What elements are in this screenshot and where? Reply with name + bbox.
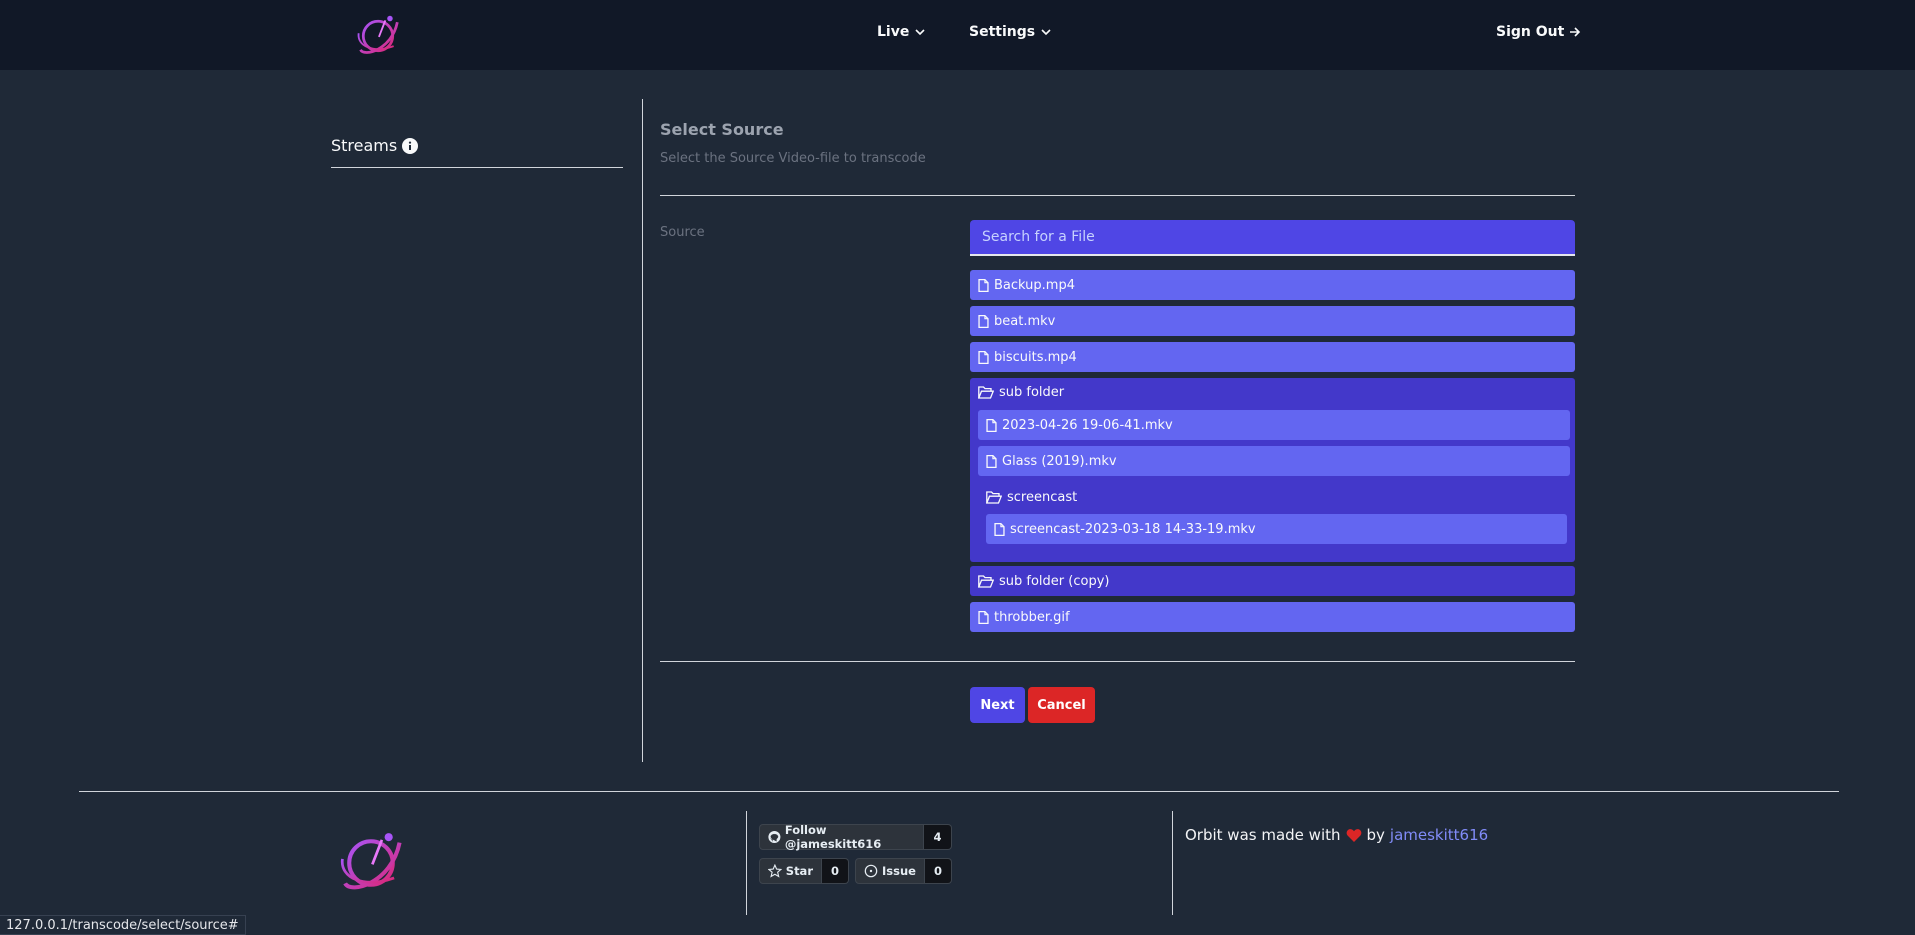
orbit-logo-icon[interactable] (355, 13, 401, 59)
file-name: 2023-04-26 19-06-41.mkv (1002, 417, 1173, 433)
divider (660, 195, 1575, 196)
file-name: biscuits.mp4 (994, 349, 1077, 365)
file-item[interactable]: 2023-04-26 19-06-41.mkv (978, 410, 1570, 440)
file-name: screencast-2023-03-18 14-33-19.mkv (1010, 521, 1256, 537)
chevron-down-icon (1041, 29, 1051, 36)
nav-settings[interactable]: Settings (969, 24, 1052, 40)
file-icon (986, 454, 997, 468)
file-item[interactable]: biscuits.mp4 (970, 342, 1575, 372)
credit-text: Orbit was made with (1185, 826, 1341, 844)
sidebar-streams[interactable]: Streams (331, 136, 623, 168)
folder-name: sub folder (copy) (999, 573, 1110, 589)
github-issue-label: Issue (882, 864, 916, 878)
folder-toggle[interactable]: sub folder (978, 385, 1064, 400)
sidebar-streams-label: Streams (331, 136, 398, 155)
footer-divider (79, 791, 1839, 792)
file-item[interactable]: throbber.gif (970, 602, 1575, 632)
folder-item[interactable]: sub folder (copy) (970, 566, 1575, 596)
file-icon (978, 314, 989, 328)
github-issue-count[interactable]: 0 (925, 858, 952, 884)
author-link[interactable]: jameskitt616 (1390, 826, 1488, 844)
nav-live[interactable]: Live (877, 24, 926, 40)
file-icon (978, 350, 989, 364)
file-name: throbber.gif (994, 609, 1070, 625)
github-star-button[interactable]: Star (759, 858, 822, 884)
status-bar-url: 127.0.0.1/transcode/select/source# (0, 915, 246, 935)
orbit-logo-icon (341, 833, 402, 890)
folder-open-icon (978, 574, 994, 588)
divider (660, 661, 1575, 662)
file-icon (994, 522, 1005, 536)
sign-out-label: Sign Out (1496, 24, 1565, 40)
credit-by: by (1366, 826, 1385, 844)
file-name: Glass (2019).mkv (1002, 453, 1117, 469)
github-issue-button[interactable]: Issue (855, 858, 925, 884)
file-icon (978, 278, 989, 292)
star-icon (768, 864, 782, 878)
github-star-label: Star (785, 864, 813, 878)
folder-toggle[interactable]: screencast (986, 490, 1077, 505)
heart-icon (1346, 828, 1361, 842)
cancel-button[interactable]: Cancel (1028, 687, 1095, 723)
github-follow-button[interactable]: Follow @jameskitt616 (759, 823, 924, 851)
file-search-input[interactable] (970, 220, 1575, 256)
file-item[interactable]: Glass (2019).mkv (978, 446, 1570, 476)
footer-column-divider (1172, 811, 1173, 915)
folder-open-icon (986, 491, 1002, 504)
source-label: Source (660, 225, 705, 240)
section-title: Select Source (660, 120, 784, 139)
issue-icon (864, 864, 878, 878)
github-follow-count[interactable]: 4 (924, 824, 952, 850)
file-item[interactable]: beat.mkv (970, 306, 1575, 336)
vertical-divider (642, 99, 643, 762)
next-button[interactable]: Next (970, 687, 1025, 723)
folder-name: sub folder (999, 385, 1065, 400)
github-star-count[interactable]: 0 (822, 858, 849, 884)
sign-out-button[interactable]: Sign Out (1496, 24, 1581, 40)
file-item[interactable]: screencast-2023-03-18 14-33-19.mkv (986, 514, 1567, 544)
file-name: beat.mkv (994, 313, 1056, 329)
arrow-right-icon (1570, 27, 1581, 37)
info-circle-icon[interactable] (402, 138, 419, 154)
folder-name: screencast (1007, 490, 1078, 505)
footer-column-divider (746, 811, 747, 915)
nav-live-label: Live (877, 24, 910, 40)
folder-open-icon (978, 386, 994, 399)
file-item[interactable]: Backup.mp4 (970, 270, 1575, 300)
nav-settings-label: Settings (969, 24, 1036, 40)
file-icon (986, 418, 997, 432)
file-name: Backup.mp4 (994, 277, 1075, 293)
chevron-down-icon (915, 29, 925, 36)
section-description: Select the Source Video-file to transcod… (660, 151, 926, 166)
footer-credit: Orbit was made with by jameskitt616 (1185, 826, 1488, 844)
file-icon (978, 610, 989, 624)
github-follow-label: Follow @jameskitt616 (784, 823, 882, 851)
github-icon (768, 830, 781, 844)
navbar: Live Settings Sign Out (0, 0, 1915, 70)
